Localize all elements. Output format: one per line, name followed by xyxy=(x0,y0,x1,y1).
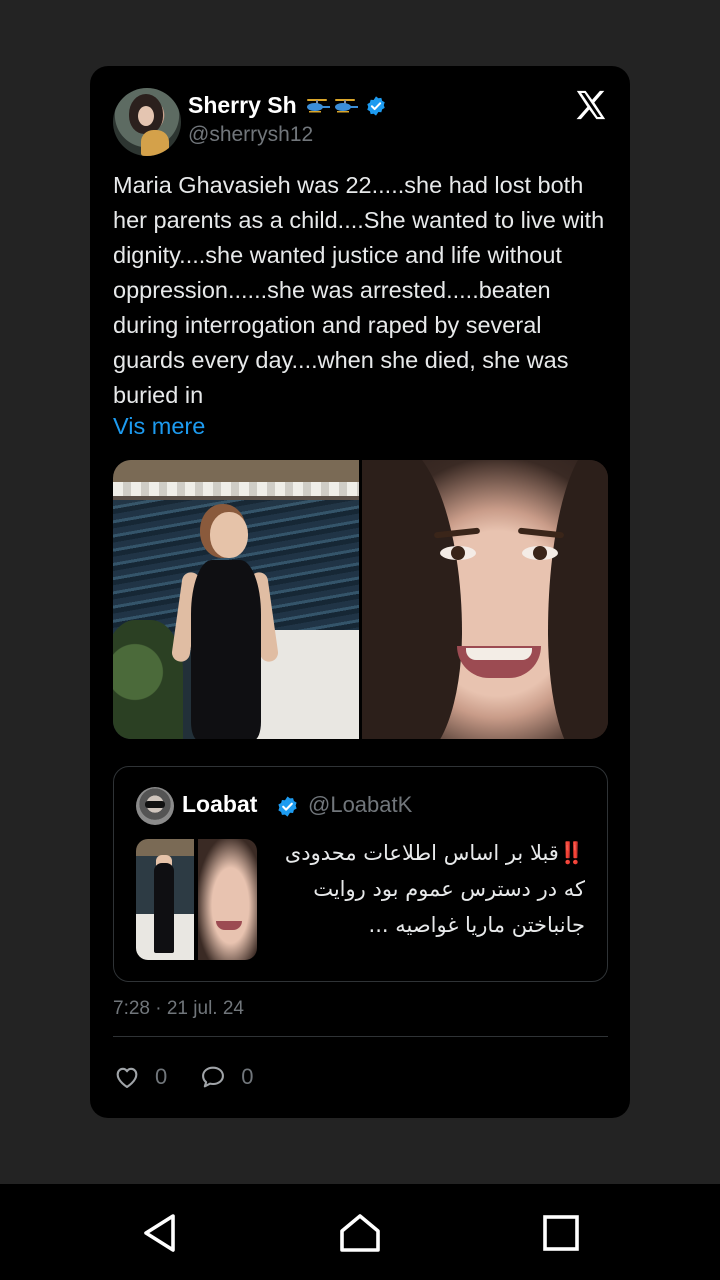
tweet-card[interactable]: Sherry Sh @sherrysh12 Maria Ghavasieh wa… xyxy=(90,66,630,1118)
portrait-hair xyxy=(362,460,462,739)
avatar-face xyxy=(138,106,154,126)
back-icon[interactable] xyxy=(140,1212,182,1254)
portrait-hair xyxy=(548,460,608,739)
portrait-teeth xyxy=(466,648,532,660)
media-photo-left[interactable] xyxy=(113,460,359,739)
photo-plant xyxy=(113,620,183,739)
helicopter-emoji-icon xyxy=(334,98,358,112)
portrait-eye xyxy=(522,546,558,560)
author-handle[interactable]: @sherrysh12 xyxy=(188,123,313,147)
reply-count: 0 xyxy=(241,1064,254,1089)
like-button[interactable]: 0 xyxy=(113,1063,167,1091)
quoted-media-thumbnail[interactable] xyxy=(136,839,257,960)
x-logo-icon[interactable] xyxy=(574,88,608,122)
author-name[interactable]: Sherry Sh xyxy=(188,92,297,119)
quoted-thumb-left xyxy=(136,839,194,960)
media-photo-right[interactable] xyxy=(362,460,608,739)
avatar-robe xyxy=(141,130,169,156)
portrait-eye xyxy=(440,546,476,560)
heart-icon xyxy=(116,1067,138,1088)
system-navigation-bar xyxy=(0,1184,720,1280)
quoted-tweet[interactable]: Loabat @LoabatK ‼️قبلا بر اساس اطلاعات م… xyxy=(113,766,608,982)
divider xyxy=(113,1036,608,1037)
quoted-author-avatar[interactable] xyxy=(136,787,174,825)
tweet-media[interactable] xyxy=(113,460,608,739)
tweet-timestamp[interactable]: 7:28 · 21 jul. 24 xyxy=(113,998,244,1020)
recents-icon[interactable] xyxy=(540,1212,582,1254)
verified-badge-icon xyxy=(366,95,385,116)
quoted-thumb-right xyxy=(198,839,257,960)
photo-person-body xyxy=(191,560,261,739)
photo-railing xyxy=(113,482,359,496)
reply-icon xyxy=(202,1066,225,1088)
tweet-actions: 0 0 xyxy=(113,1063,286,1091)
verified-badge-icon xyxy=(278,796,297,817)
reply-button[interactable]: 0 xyxy=(199,1063,254,1091)
photo-person-head xyxy=(210,512,248,558)
quoted-tweet-text: ‼️قبلا بر اساس اطلاعات محدودی که در دستر… xyxy=(284,841,585,937)
tweet-text: Maria Ghavasieh was 22.....she had lost … xyxy=(113,172,605,408)
helicopter-emoji-icon xyxy=(306,98,330,112)
home-icon[interactable] xyxy=(339,1212,381,1254)
show-more-link[interactable]: Vis mere xyxy=(113,413,205,440)
author-emoji xyxy=(305,98,359,114)
author-avatar[interactable] xyxy=(113,88,181,156)
author-name-row: Sherry Sh xyxy=(188,92,387,119)
quoted-author-name: Loabat xyxy=(182,791,258,817)
like-count: 0 xyxy=(155,1064,168,1089)
quoted-author-handle: @LoabatK xyxy=(308,792,413,817)
